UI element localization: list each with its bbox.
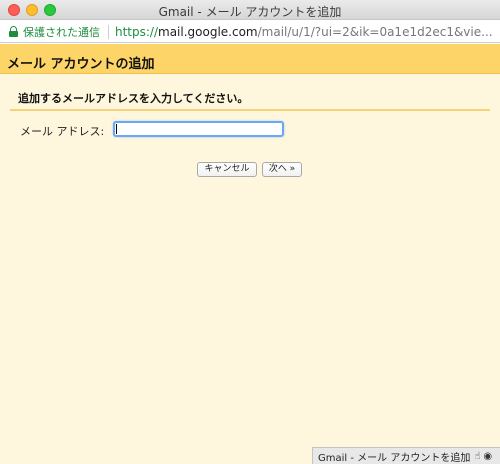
page-title: メール アカウントの追加 (0, 44, 500, 74)
divider (10, 109, 490, 111)
next-button[interactable]: 次へ » (262, 162, 302, 177)
window-title: Gmail - メール アカウントを追加 (158, 5, 342, 19)
address-bar[interactable]: 保護された通信 https://mail.google.com/mail/u/1… (0, 21, 500, 43)
eye-icon: ◉ (483, 450, 493, 462)
email-label: メール アドレス: (20, 125, 105, 138)
url-path: /mail/u/1/?ui=2&ik=0a1e1d2ec1&vie... (257, 24, 493, 39)
address-separator (108, 24, 109, 39)
cancel-button[interactable]: キャンセル (197, 162, 257, 177)
lock-icon (9, 26, 18, 37)
url-scheme: https:// (115, 24, 159, 39)
instruction-text: 追加するメールアドレスを入力してください。 (18, 92, 249, 105)
hand-pointer-icon: ☝ (474, 450, 481, 462)
status-text: Gmail - メール アカウントを追加 (318, 452, 471, 464)
url-host: mail.google.com (158, 24, 258, 39)
window-titlebar: Gmail - メール アカウントを追加 (0, 0, 500, 20)
status-bar: Gmail - メール アカウントを追加 ☝ ◉ (312, 447, 500, 464)
email-field[interactable] (113, 121, 284, 137)
security-label: 保護された通信 (23, 25, 100, 39)
url-text[interactable]: https://mail.google.com/mail/u/1/?ui=2&i… (115, 25, 493, 39)
dialog-body: 追加するメールアドレスを入力してください。 メール アドレス: キャンセル 次へ… (0, 74, 500, 464)
text-caret (116, 124, 117, 134)
